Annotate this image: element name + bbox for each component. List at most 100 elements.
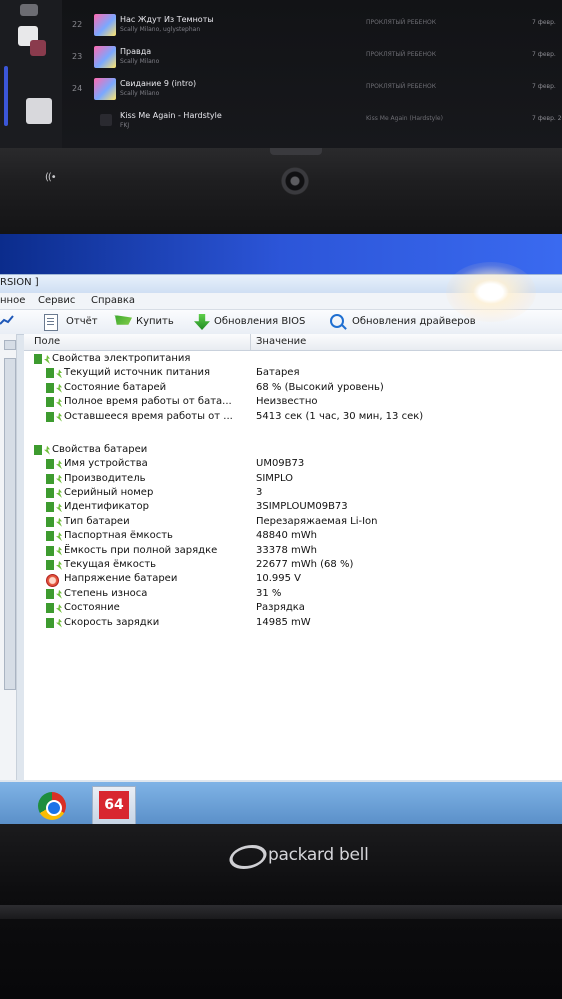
table-row[interactable]: Оставшееся время работы от ... 5413 сек (…: [46, 411, 554, 425]
row-value: 48840 mWh: [256, 530, 317, 542]
row-value: Перезаряжаемая Li-Ion: [256, 515, 378, 527]
battery-icon: [46, 502, 54, 513]
sidebar-cover-icon: [30, 40, 46, 56]
row-value: UM09B73: [256, 458, 305, 470]
row-value: SIMPLO: [256, 472, 294, 484]
track-cover-icon: [94, 46, 116, 68]
laptop-top-bezel: [0, 148, 562, 234]
row-value: Разрядка: [256, 602, 305, 614]
table-row[interactable]: Скорость зарядки 14985 mW: [46, 617, 554, 631]
table-row[interactable]: Производитель SIMPLO: [46, 473, 554, 487]
aida64-taskbar-button[interactable]: 64: [92, 786, 136, 824]
table-row[interactable]: Серийный номер 3: [46, 487, 554, 501]
brand-logo-icon: [225, 845, 271, 869]
aida64-icon: 64: [99, 791, 129, 819]
table-row[interactable]: Ёмкость при полной зарядке 33378 mWh: [46, 545, 554, 559]
battery-icon: [46, 368, 54, 379]
bios-update-button[interactable]: Обновления BIOS: [192, 314, 316, 330]
download-icon: [194, 314, 210, 330]
battery-icon: [46, 411, 54, 422]
battery-icon: [46, 382, 54, 393]
toolbar: Отчёт Купить Обновления BIOS Обновления …: [0, 310, 562, 335]
group-title: Свойства батареи: [52, 443, 148, 455]
chrome-icon[interactable]: [38, 792, 66, 820]
battery-icon: [46, 473, 54, 484]
row-field: Имя устройства: [64, 458, 148, 470]
row-value: 5413 сек (1 час, 30 мин, 13 сек): [256, 410, 424, 422]
column-field-header[interactable]: Поле: [34, 336, 60, 347]
table-row[interactable]: Степень износа 31 %: [46, 588, 554, 602]
playlist-track[interactable]: 23 Правда Scally Milano ПРОКЛЯТЫЙ РЕБЕНОК 7 …: [66, 46, 562, 72]
brand-logo: packard bell: [225, 843, 390, 869]
table-row[interactable]: Паспортная ёмкость 48840 mWh: [46, 530, 554, 544]
table-row[interactable]: Состояние батарей 68 % (Высокий уровень): [46, 382, 554, 396]
row-value: 31 %: [256, 587, 282, 599]
row-field: Напряжение батареи: [64, 573, 178, 585]
menu-bar: нное Сервис Справка: [0, 293, 562, 310]
track-title: Правда: [120, 47, 152, 56]
battery-icon: [46, 617, 54, 628]
table-row[interactable]: Идентификатор 3SIMPLOUM09B73: [46, 501, 554, 515]
row-field: Полное время работы от бата...: [64, 396, 232, 408]
track-date: 7 февр. 202: [532, 115, 562, 122]
table-row[interactable]: Имя устройства UM09B73: [46, 458, 554, 472]
menu-item-favorites[interactable]: нное: [0, 295, 25, 306]
group-header[interactable]: Свойства батареи: [34, 444, 554, 458]
column-divider[interactable]: [250, 334, 251, 350]
driver-update-button[interactable]: Обновления драйверов: [330, 314, 490, 330]
menu-item-help[interactable]: Справка: [91, 295, 135, 306]
table-row[interactable]: Текущая ёмкость 22677 mWh (68 %): [46, 559, 554, 573]
power-group-icon: [34, 444, 42, 455]
battery-icon: [46, 545, 54, 556]
row-value: 3SIMPLOUM09B73: [256, 501, 348, 513]
window-titlebar[interactable]: RSION ]: [0, 274, 562, 293]
row-value: 10.995 V: [256, 573, 302, 585]
webcam-icon: [281, 167, 309, 195]
bezel-notch: [270, 148, 322, 155]
track-artist: Scally Milano: [120, 90, 160, 97]
wireless-indicator-icon: ((•: [45, 172, 57, 183]
track-album: ПРОКЛЯТЫЙ РЕБЕНОК: [366, 83, 436, 90]
row-value: Батарея: [256, 367, 300, 379]
table-row[interactable]: Полное время работы от бата... Неизвестно: [46, 396, 554, 410]
row-value: 22677 mWh (68 %): [256, 558, 354, 570]
scroll-up-arrow[interactable]: [4, 340, 16, 350]
details-table: Поле Значение Свойства электропитания Тек…: [24, 334, 562, 780]
track-album: Kiss Me Again (Hardstyle): [366, 115, 443, 122]
table-row[interactable]: Состояние Разрядка: [46, 602, 554, 616]
row-field: Паспортная ёмкость: [64, 530, 173, 542]
group-header[interactable]: Свойства электропитания: [34, 353, 554, 367]
table-row[interactable]: Напряжение батареи 10.995 V: [46, 573, 554, 588]
row-value: 68 % (Высокий уровень): [256, 381, 384, 393]
playlist-track[interactable]: 22 Нас Ждут Из Темноты Scally Milano, ugly…: [66, 14, 562, 40]
track-number: 23: [72, 52, 83, 61]
table-row[interactable]: Текущий источник питания Батарея: [46, 367, 554, 381]
playlist-track[interactable]: Kiss Me Again - Hardstyle FKJ Kiss Me Agai…: [66, 110, 562, 136]
aida64-screen: RSION ] нное Сервис Справка Отчёт Купить…: [0, 234, 562, 824]
chart-icon[interactable]: [0, 314, 16, 330]
battery-icon: [46, 588, 54, 599]
track-date: 7 февр.: [532, 51, 556, 58]
desktop-wallpaper: [0, 234, 562, 274]
track-cover-icon: [100, 114, 112, 126]
buy-button[interactable]: Купить: [114, 314, 180, 330]
battery-icon: [46, 459, 54, 470]
sidebar-accent-bar: [4, 66, 8, 126]
report-button[interactable]: Отчёт: [44, 314, 104, 331]
menu-item-service[interactable]: Сервис: [38, 295, 75, 306]
tree-scrollbar[interactable]: [4, 358, 16, 690]
playlist-track[interactable]: 24 Свидание 9 (intro) Scally Milano ПРОКЛЯТ…: [66, 78, 562, 104]
column-value-header[interactable]: Значение: [256, 336, 306, 347]
report-label: Отчёт: [66, 316, 98, 327]
track-album: ПРОКЛЯТЫЙ РЕБЕНОК: [366, 51, 436, 58]
track-artist: Scally Milano, uglystephan: [120, 26, 201, 33]
warning-icon: [46, 574, 59, 588]
row-value: 14985 mW: [256, 616, 311, 628]
report-icon: [44, 314, 58, 331]
playlist-sidebar: [0, 0, 62, 148]
track-album: ПРОКЛЯТЫЙ РЕБЕНОК: [366, 19, 436, 26]
table-row[interactable]: Тип батареи Перезаряжаемая Li-Ion: [46, 516, 554, 530]
row-field: Производитель: [64, 472, 146, 484]
battery-icon: [46, 516, 54, 527]
laptop-hinge: [0, 905, 562, 919]
